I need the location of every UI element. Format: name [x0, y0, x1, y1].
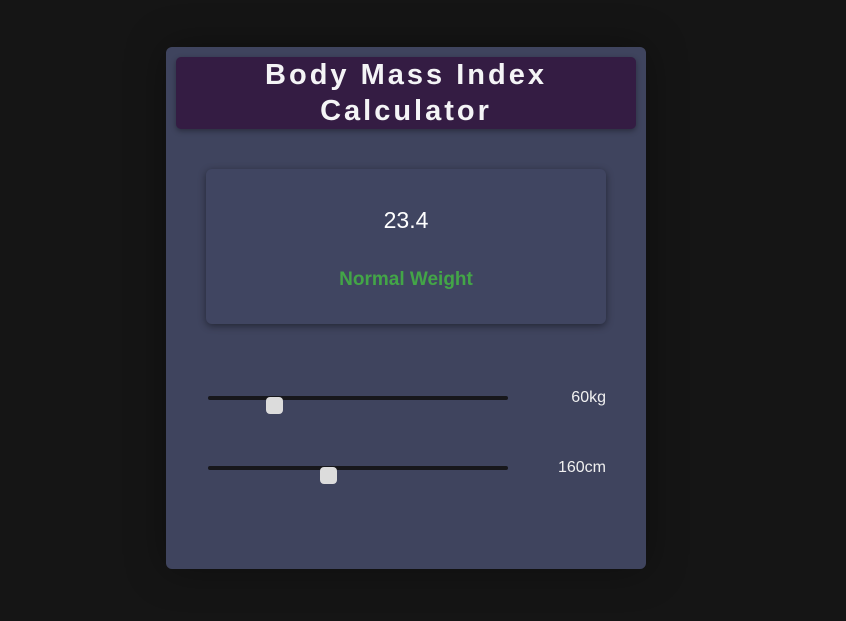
bmi-calculator-card: Body Mass Index Calculator 23.4 Normal W…: [166, 47, 646, 569]
result-panel: 23.4 Normal Weight: [206, 169, 606, 324]
height-slider-row: 160cm: [208, 458, 606, 484]
bmi-value: 23.4: [383, 207, 429, 233]
weight-value-label: 60kg: [571, 389, 606, 406]
weight-slider-row: 60kg: [208, 388, 606, 414]
page-title: Body Mass Index Calculator: [265, 59, 547, 127]
weight-slider-thumb[interactable]: [266, 397, 283, 414]
height-slider-thumb[interactable]: [320, 467, 337, 484]
weight-slider-track[interactable]: [208, 396, 508, 414]
height-value-label: 160cm: [557, 459, 606, 476]
header-banner: Body Mass Index Calculator: [176, 57, 636, 129]
height-slider-track[interactable]: [208, 466, 508, 484]
bmi-status: Normal Weight: [339, 269, 473, 290]
